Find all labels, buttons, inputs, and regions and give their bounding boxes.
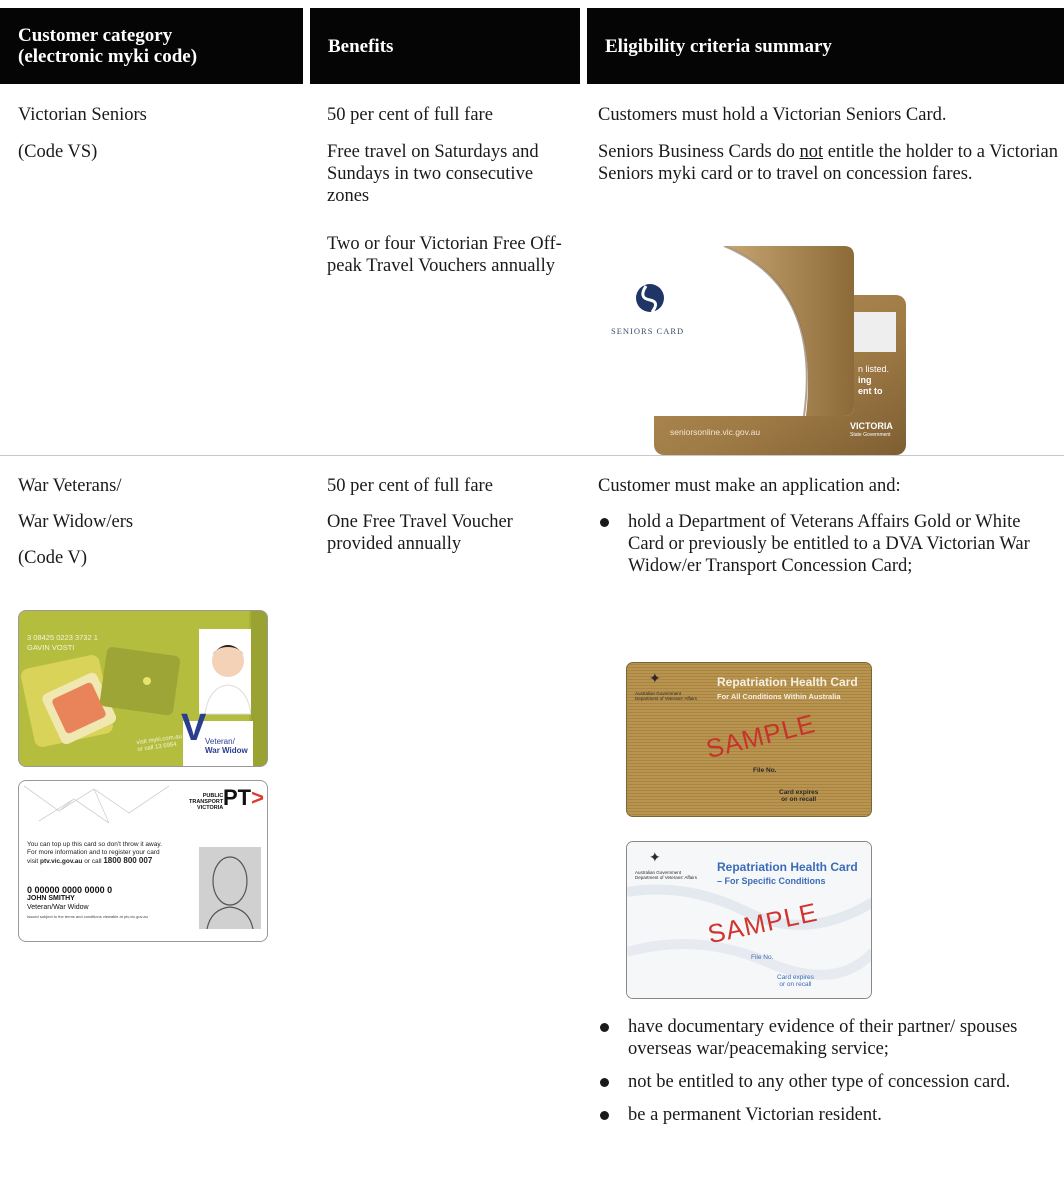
ptv-info-1: You can top up this card so don't throw … bbox=[27, 841, 162, 848]
ptv-info-3: visit ptv.vic.gov.au or call 1800 800 00… bbox=[27, 857, 162, 866]
row2-benefit-1: 50 per cent of full fare bbox=[327, 476, 493, 496]
ptv-card-holder: 0 00000 0000 0000 0 JOHN SMITHY Veteran/… bbox=[27, 885, 148, 922]
header-col3-label: Eligibility criteria summary bbox=[605, 35, 832, 57]
header-customer-category: Customer category (electronic myki code) bbox=[0, 8, 303, 84]
eligibility-bullet-2: have documentary evidence of their partn… bbox=[598, 1016, 1046, 1060]
header-eligibility: Eligibility criteria summary bbox=[587, 8, 1064, 84]
dva-gold-gov: Australian Government Department of Vete… bbox=[635, 691, 697, 701]
seniors-card-url: seniorsonline.vic.gov.au bbox=[670, 427, 761, 437]
dva-white-title: Repatriation Health Card bbox=[717, 860, 858, 874]
dva-white-card: ✦ Australian Government Department of Ve… bbox=[626, 841, 872, 999]
eligibility-bullet-3: not be entitled to any other type of con… bbox=[598, 1071, 1046, 1093]
ptv-card-info: You can top up this card so don't throw … bbox=[27, 841, 162, 866]
victoria-logo: VICTORIA State Government bbox=[850, 422, 893, 440]
seniors-card-image: SENIORS CARD n listed. ing ent to senior… bbox=[596, 246, 908, 458]
ptv-card-name: JOHN SMITHY bbox=[27, 895, 75, 902]
seniors-back-text-1: n listed. bbox=[858, 364, 890, 374]
myki-card-holder: 3 08425 0223 3732 1 GAVIN VOSTI bbox=[27, 633, 98, 653]
seniors-back-text-2: ing bbox=[858, 375, 872, 385]
dva-white-gov: Australian Government Department of Vete… bbox=[635, 870, 697, 880]
row-divider bbox=[0, 455, 1064, 456]
header-col2-label: Benefits bbox=[328, 35, 394, 57]
dva-gold-expiry-1: Card expires bbox=[779, 789, 819, 796]
myki-card-name: GAVIN VOSTI bbox=[27, 643, 75, 652]
seniors-logo-icon bbox=[636, 284, 664, 312]
header-col1-line1: Customer category bbox=[18, 25, 173, 46]
row2-category-line1: War Veterans/ bbox=[18, 476, 122, 496]
row2-eligibility-intro: Customer must make an application and: bbox=[598, 476, 901, 496]
ptv-logo-arrow-icon: > bbox=[251, 785, 264, 810]
dva-gold-expiry: Card expires or on recall bbox=[779, 789, 818, 803]
ptv-info-3-pre: visit bbox=[27, 858, 40, 865]
ptv-info-3-phone: 1800 800 007 bbox=[103, 856, 153, 865]
myki-veteran-card: 3 08425 0223 3732 1 GAVIN VOSTI V Vetera… bbox=[18, 610, 268, 767]
row1-category-line2: (Code VS) bbox=[18, 142, 98, 162]
row2-category-line3: (Code V) bbox=[18, 548, 88, 568]
back-card-panel bbox=[852, 312, 896, 352]
victoria-logo-sub: State Government bbox=[850, 432, 891, 438]
row1-category-line1: Victorian Seniors bbox=[18, 105, 147, 125]
ptv-card-terms: Issued subject to the terms and conditio… bbox=[27, 914, 148, 919]
seniors-back-text: n listed. ing ent to bbox=[858, 364, 889, 397]
dva-gold-title: Repatriation Health Card bbox=[717, 675, 858, 689]
ptv-photo-silhouette bbox=[206, 856, 254, 930]
myki-card-type: Veteran/ War Widow bbox=[205, 737, 248, 755]
row2-bullets-bottom: have documentary evidence of their partn… bbox=[598, 1016, 1046, 1137]
dva-gold-subtitle: For All Conditions Within Australia bbox=[717, 692, 841, 701]
row2-benefit-2: One Free Travel Voucher provided annuall… bbox=[327, 512, 513, 554]
myki-card-v-letter: V bbox=[181, 707, 207, 749]
ptv-card-category: Veteran/War Widow bbox=[27, 904, 89, 911]
ptv-card-number: 0 00000 0000 0000 0 bbox=[27, 885, 113, 895]
row1-benefit-3: Two or four Victorian Free Off-peak Trav… bbox=[327, 234, 562, 276]
dva-white-expiry: Card expires or on recall bbox=[777, 974, 814, 988]
myki-card-number: 3 08425 0223 3732 1 bbox=[27, 633, 98, 642]
dva-white-crest-icon: ✦ bbox=[649, 851, 661, 866]
ptv-photo-placeholder bbox=[199, 847, 261, 930]
row1-eligibility-2: Seniors Business Cards do not entitle th… bbox=[598, 141, 1060, 185]
seniors-back-text-3: ent to bbox=[858, 386, 883, 396]
header-benefits: Benefits bbox=[310, 8, 580, 84]
ptv-info-3-url: ptv.vic.gov.au bbox=[40, 858, 83, 865]
ptv-brand-3: VICTORIA bbox=[197, 805, 224, 811]
dva-white-subtitle: – For Specific Conditions bbox=[717, 876, 826, 886]
row1-eligibility-1: Customers must hold a Victorian Seniors … bbox=[598, 105, 947, 125]
ptv-info-3-mid: or call bbox=[82, 858, 104, 865]
elig2-pre: Seniors Business Cards do bbox=[598, 142, 800, 162]
dva-gold-file: File No. bbox=[753, 767, 777, 774]
row2-category-line2: War Widow/ers bbox=[18, 512, 134, 532]
myki-card-type-1: Veteran/ bbox=[205, 737, 235, 746]
row1-benefit-2: Free travel on Saturdays and Sundays in … bbox=[327, 142, 539, 206]
dva-white-file: File No. bbox=[751, 954, 774, 961]
ptv-veteran-card: PUBLIC TRANSPORT VICTORIA PT> You can to… bbox=[18, 780, 268, 942]
eligibility-bullet-1: hold a Department of Veterans Affairs Go… bbox=[598, 511, 1046, 577]
header-col1-line2: (electronic myki code) bbox=[18, 46, 198, 67]
elig2-not: not bbox=[799, 142, 824, 162]
dva-gold-gov-2: Department of Veterans' Affairs bbox=[635, 696, 698, 701]
dva-gold-crest-icon: ✦ bbox=[649, 672, 661, 687]
ptv-logo: PT> bbox=[223, 785, 264, 811]
ptv-brand: PUBLIC TRANSPORT VICTORIA bbox=[189, 793, 223, 811]
eligibility-bullet-4: be a permanent Victorian resident. bbox=[598, 1104, 1046, 1126]
row1-benefit-1: 50 per cent of full fare bbox=[327, 105, 493, 125]
victoria-logo-main: VICTORIA bbox=[850, 421, 893, 431]
dva-white-gov-2: Department of Veterans' Affairs bbox=[635, 875, 698, 880]
seniors-card-brand: SENIORS CARD bbox=[611, 326, 685, 336]
myki-card-type-2: War Widow bbox=[205, 746, 248, 755]
dva-gold-card: ✦ Australian Government Department of Ve… bbox=[626, 662, 872, 817]
dva-white-expiry-2: or on recall bbox=[779, 981, 812, 988]
row2-bullets-top: hold a Department of Veterans Affairs Go… bbox=[598, 511, 1046, 588]
dva-gold-expiry-2: or on recall bbox=[781, 796, 817, 803]
ptv-logo-text: PT bbox=[223, 785, 252, 810]
dva-white-expiry-1: Card expires bbox=[777, 974, 814, 981]
